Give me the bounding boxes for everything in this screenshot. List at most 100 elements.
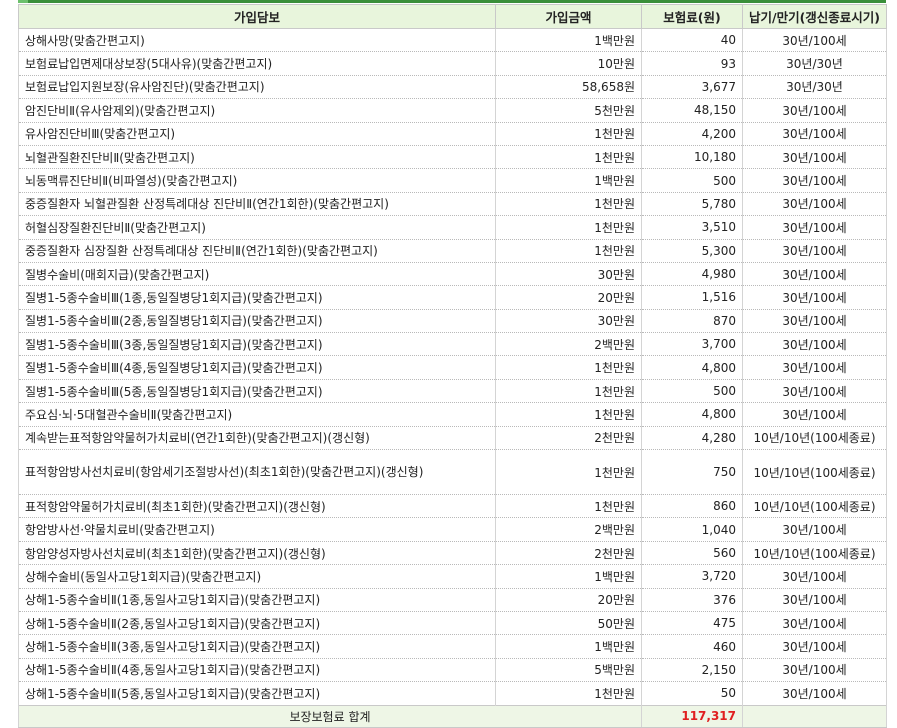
coverage-name: 표적항암방사선치료비(항암세기조절방사선)(최초1회한)(맞춤간편고지)(갱신형… — [18, 449, 496, 496]
coverage-premium: 870 — [641, 309, 743, 334]
coverage-premium: 2,150 — [641, 658, 743, 683]
coverage-amount: 5천만원 — [495, 98, 642, 123]
coverage-premium: 5,780 — [641, 192, 743, 217]
coverage-name: 보험료납입면제대상보장(5대사유)(맞춤간편고지) — [18, 51, 496, 76]
table-row: 뇌혈관질환진단비Ⅱ(맞춤간편고지) 1천만원 10,180 30년/100세 — [18, 145, 887, 170]
coverage-amount: 20만원 — [495, 588, 642, 612]
coverage-amount: 1천만원 — [495, 215, 642, 240]
coverage-premium: 860 — [641, 494, 743, 519]
table-row: 상해1-5종수술비Ⅱ(3종,동일사고당1회지급)(맞춤간편고지) 1백만원 460 3… — [18, 634, 887, 659]
coverage-name: 질병1-5종수술비Ⅲ(2종,동일질병당1회지급)(맞춤간편고지) — [18, 309, 496, 334]
coverage-name: 계속받는표적항암약물허가치료비(연간1회한)(맞춤간편고지)(갱신형) — [18, 426, 496, 451]
coverage-premium: 1,516 — [641, 285, 743, 310]
table-row: 상해1-5종수술비Ⅱ(1종,동일사고당1회지급)(맞춤간편고지) 20만원 376 3… — [18, 588, 887, 612]
coverage-term: 30년/100세 — [742, 517, 887, 542]
table-row: 질병1-5종수술비Ⅲ(5종,동일질병당1회지급)(맞춤간편고지) 1천만원 500 3… — [18, 379, 887, 404]
coverage-term: 30년/100세 — [742, 98, 887, 123]
coverage-premium: 4,800 — [641, 355, 743, 380]
coverage-name: 상해1-5종수술비Ⅱ(4종,동일사고당1회지급)(맞춤간편고지) — [18, 658, 496, 683]
coverage-term: 30년/100세 — [742, 285, 887, 310]
coverage-premium: 4,980 — [641, 262, 743, 287]
coverage-premium: 560 — [641, 541, 743, 566]
coverage-amount: 30만원 — [495, 309, 642, 334]
table-row: 주요심·뇌·5대혈관수술비Ⅱ(맞춤간편고지) 1천만원 4,800 30년/100세 — [18, 402, 887, 427]
coverage-name: 항암방사선·약물치료비(맞춤간편고지) — [18, 517, 496, 542]
header-amount: 가입금액 — [495, 4, 642, 29]
coverage-premium: 500 — [641, 379, 743, 404]
coverage-term: 30년/100세 — [742, 262, 887, 287]
coverage-table: 가입담보 가입금액 보험료(원) 납기/만기(갱신종료시기) 상해사망(맞춤간편… — [18, 4, 887, 728]
coverage-name: 상해1-5종수술비Ⅱ(1종,동일사고당1회지급)(맞춤간편고지) — [18, 588, 496, 612]
coverage-name: 상해1-5종수술비Ⅱ(2종,동일사고당1회지급)(맞춤간편고지) — [18, 611, 496, 636]
coverage-term: 30년/100세 — [742, 28, 887, 53]
coverage-amount: 1백만원 — [495, 28, 642, 53]
table-row: 뇌동맥류진단비Ⅱ(비파열성)(맞춤간편고지) 1백만원 500 30년/100세 — [18, 168, 887, 193]
coverage-amount: 58,658원 — [495, 75, 642, 100]
coverage-name: 뇌동맥류진단비Ⅱ(비파열성)(맞춤간편고지) — [18, 168, 496, 193]
coverage-term: 30년/100세 — [742, 332, 887, 357]
coverage-term: 30년/100세 — [742, 239, 887, 263]
table-row: 질병1-5종수술비Ⅲ(3종,동일질병당1회지급)(맞춤간편고지) 2백만원 3,70… — [18, 332, 887, 357]
table-row: 중증질환자 심장질환 산정특례대상 진단비Ⅱ(연간1회한)(맞춤간편고지) 1천만… — [18, 239, 887, 263]
table-row: 중증질환자 뇌혈관질환 산정특례대상 진단비Ⅱ(연간1회한)(맞춤간편고지) 1천… — [18, 192, 887, 217]
coverage-premium: 4,800 — [641, 402, 743, 427]
coverage-term: 30년/100세 — [742, 379, 887, 404]
header-term: 납기/만기(갱신종료시기) — [742, 4, 887, 29]
coverage-amount: 1백만원 — [495, 634, 642, 659]
coverage-amount: 1천만원 — [495, 402, 642, 427]
table-row: 상해1-5종수술비Ⅱ(2종,동일사고당1회지급)(맞춤간편고지) 50만원 475 3… — [18, 611, 887, 636]
table-row: 암진단비Ⅱ(유사암제외)(맞춤간편고지) 5천만원 48,150 30년/100세 — [18, 98, 887, 123]
coverage-term: 30년/30년 — [742, 75, 887, 100]
coverage-name: 상해1-5종수술비Ⅱ(3종,동일사고당1회지급)(맞춤간편고지) — [18, 634, 496, 659]
coverage-amount: 2천만원 — [495, 426, 642, 451]
coverage-name: 상해수술비(동일사고당1회지급)(맞춤간편고지) — [18, 564, 496, 589]
coverage-name: 보험료납입지원보장(유사암진단)(맞춤간편고지) — [18, 75, 496, 100]
coverage-premium: 40 — [641, 28, 743, 53]
coverage-amount: 30만원 — [495, 262, 642, 287]
table-row: 질병1-5종수술비Ⅲ(4종,동일질병당1회지급)(맞춤간편고지) 1천만원 4,80… — [18, 355, 887, 380]
coverage-amount: 1천만원 — [495, 355, 642, 380]
coverage-name: 상해1-5종수술비Ⅱ(5종,동일사고당1회지급)(맞춤간편고지) — [18, 681, 496, 706]
coverage-premium: 48,150 — [641, 98, 743, 123]
coverage-amount: 2백만원 — [495, 332, 642, 357]
coverage-term: 30년/100세 — [742, 658, 887, 683]
coverage-name: 상해사망(맞춤간편고지) — [18, 28, 496, 53]
coverage-name: 허혈심장질환진단비Ⅱ(맞춤간편고지) — [18, 215, 496, 240]
coverage-name: 뇌혈관질환진단비Ⅱ(맞춤간편고지) — [18, 145, 496, 170]
coverage-name: 질병1-5종수술비Ⅲ(5종,동일질병당1회지급)(맞춤간편고지) — [18, 379, 496, 404]
coverage-amount: 1백만원 — [495, 564, 642, 589]
coverage-amount: 1천만원 — [495, 145, 642, 170]
coverage-term: 30년/100세 — [742, 588, 887, 612]
coverage-term: 30년/100세 — [742, 355, 887, 380]
table-row: 표적항암방사선치료비(항암세기조절방사선)(최초1회한)(맞춤간편고지)(갱신형… — [18, 449, 887, 496]
coverage-term: 30년/100세 — [742, 192, 887, 217]
coverage-amount: 1천만원 — [495, 681, 642, 706]
coverage-amount: 1백만원 — [495, 168, 642, 193]
coverage-name: 유사암진단비Ⅲ(맞춤간편고지) — [18, 122, 496, 146]
header-coverage: 가입담보 — [18, 4, 496, 29]
table-row: 계속받는표적항암약물허가치료비(연간1회한)(맞춤간편고지)(갱신형) 2천만원 4… — [18, 426, 887, 451]
table-row: 보험료납입지원보장(유사암진단)(맞춤간편고지) 58,658원 3,677 30년/… — [18, 75, 887, 100]
coverage-premium: 10,180 — [641, 145, 743, 170]
coverage-name: 질병1-5종수술비Ⅲ(1종,동일질병당1회지급)(맞춤간편고지) — [18, 285, 496, 310]
coverage-amount: 20만원 — [495, 285, 642, 310]
coverage-term: 30년/100세 — [742, 215, 887, 240]
table-row: 유사암진단비Ⅲ(맞춤간편고지) 1천만원 4,200 30년/100세 — [18, 122, 887, 146]
table-row: 항암양성자방사선치료비(최초1회한)(맞춤간편고지)(갱신형) 2천만원 560 10… — [18, 541, 887, 566]
header-premium: 보험료(원) — [641, 4, 743, 29]
coverage-name: 질병수술비(매회지급)(맞춤간편고지) — [18, 262, 496, 287]
table-row: 표적항암약물허가치료비(최초1회한)(맞춤간편고지)(갱신형) 1천만원 860 10… — [18, 494, 887, 519]
coverage-premium: 3,510 — [641, 215, 743, 240]
coverage-amount: 5백만원 — [495, 658, 642, 683]
coverage-premium: 5,300 — [641, 239, 743, 263]
coverage-premium: 460 — [641, 634, 743, 659]
table-body: 상해사망(맞춤간편고지) 1백만원 40 30년/100세 보험료납입면제대상보장(5대… — [18, 28, 887, 706]
coverage-amount: 1천만원 — [495, 122, 642, 146]
coverage-term: 10년/10년(100세종료) — [742, 449, 887, 496]
coverage-premium: 1,040 — [641, 517, 743, 542]
coverage-name: 표적항암약물허가치료비(최초1회한)(맞춤간편고지)(갱신형) — [18, 494, 496, 519]
table-row: 질병1-5종수술비Ⅲ(2종,동일질병당1회지급)(맞춤간편고지) 30만원 870 3… — [18, 309, 887, 334]
coverage-amount: 1천만원 — [495, 449, 642, 496]
coverage-term: 10년/10년(100세종료) — [742, 541, 887, 566]
coverage-name: 암진단비Ⅱ(유사암제외)(맞춤간편고지) — [18, 98, 496, 123]
